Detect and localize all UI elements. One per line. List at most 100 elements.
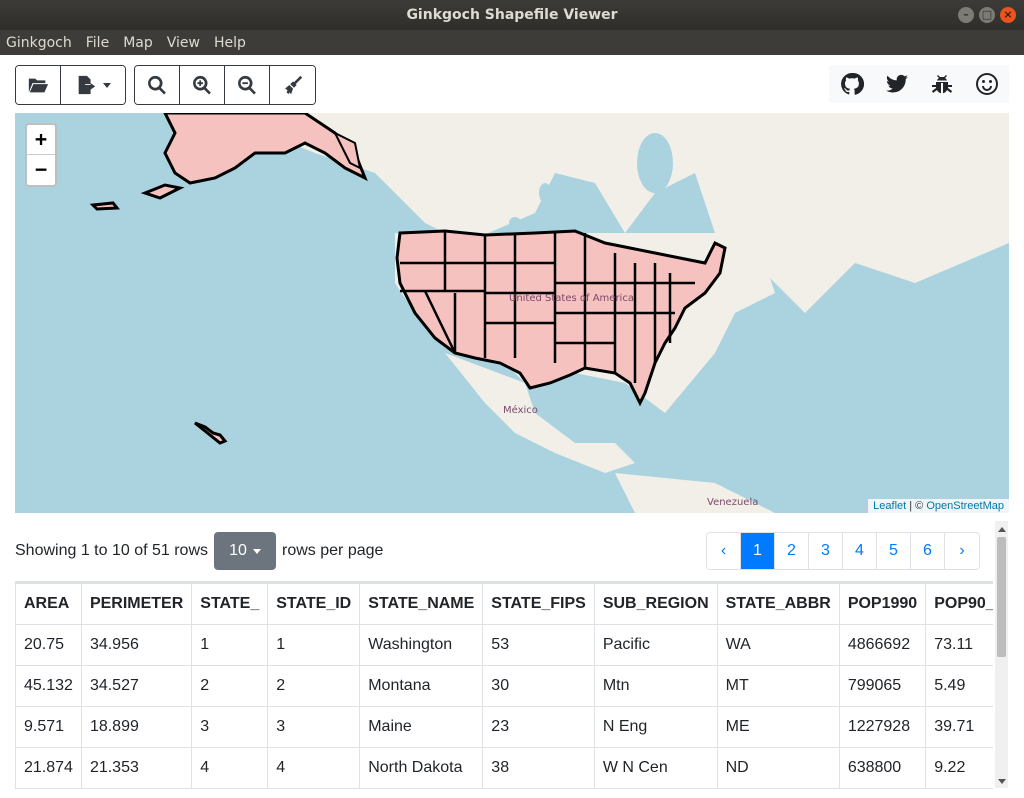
lake xyxy=(509,217,521,229)
chevron-down-icon xyxy=(252,548,261,554)
table-cell: 20.75 xyxy=(15,624,82,666)
table-cell: Washington xyxy=(359,624,484,666)
search-icon xyxy=(148,75,166,95)
file-export-icon xyxy=(78,75,96,95)
window-controls: – □ × xyxy=(958,7,1016,23)
table-cell: Montana xyxy=(359,665,484,707)
attribution-separator: | © xyxy=(906,500,927,512)
column-header[interactable]: STATE_FIPS xyxy=(482,583,595,625)
bug-icon[interactable] xyxy=(930,72,954,96)
table-cell: 21.874 xyxy=(15,747,82,789)
menu-map[interactable]: Map xyxy=(123,35,153,51)
page-next[interactable]: › xyxy=(945,533,979,569)
search-button[interactable] xyxy=(135,66,180,104)
table-controls: Showing 1 to 10 of 51 rows 10 rows per p… xyxy=(15,532,995,570)
aleutian-islands xyxy=(140,183,185,200)
table-cell: Maine xyxy=(359,706,484,748)
github-icon[interactable] xyxy=(840,72,864,96)
column-header[interactable]: POP90_ xyxy=(925,583,993,625)
zoom-out-button[interactable] xyxy=(225,66,270,104)
toolbar xyxy=(0,55,1024,113)
map-label-usa: United States of America xyxy=(509,293,634,304)
column-header[interactable]: PERIMETER xyxy=(80,583,193,625)
map-button-group xyxy=(134,65,316,105)
column-header[interactable]: STATE_ xyxy=(191,583,269,625)
folder-open-icon xyxy=(28,78,49,93)
table-cell: 30 xyxy=(482,665,595,707)
maximize-button[interactable]: □ xyxy=(979,7,995,23)
page-3[interactable]: 3 xyxy=(809,533,843,569)
lake xyxy=(539,183,551,203)
map-zoom-out-button[interactable]: − xyxy=(27,155,55,185)
table-cell: 45.132 xyxy=(15,665,82,707)
table-cell: 4 xyxy=(191,747,269,789)
column-header[interactable]: SUB_REGION xyxy=(593,583,718,625)
menu-view[interactable]: View xyxy=(167,35,200,51)
vertical-scrollbar[interactable] xyxy=(995,521,1008,788)
table-cell: 2 xyxy=(191,665,269,707)
rows-per-page-dropdown[interactable]: 10 xyxy=(214,532,277,570)
map-label-mexico: México xyxy=(503,405,538,416)
table-cell: 34.527 xyxy=(80,665,193,707)
rows-per-page-label: rows per page xyxy=(282,542,384,559)
table-cell: 18.899 xyxy=(80,706,193,748)
page-2[interactable]: 2 xyxy=(775,533,809,569)
page-5[interactable]: 5 xyxy=(877,533,911,569)
minimize-button[interactable]: – xyxy=(958,7,974,23)
close-button[interactable]: × xyxy=(1000,7,1016,23)
export-dropdown-button[interactable] xyxy=(61,66,125,104)
social-links xyxy=(829,65,1009,103)
table-cell: N Eng xyxy=(593,706,718,748)
table-cell: 34.956 xyxy=(80,624,193,666)
rows-per-page-value: 10 xyxy=(229,542,247,559)
column-header[interactable]: STATE_NAME xyxy=(359,583,484,625)
table-cell: ND xyxy=(716,747,840,789)
open-file-button[interactable] xyxy=(16,66,61,104)
table-cell: 53 xyxy=(482,624,595,666)
page-1[interactable]: 1 xyxy=(741,533,775,569)
table-cell: 1227928 xyxy=(838,706,927,748)
column-header[interactable]: POP1990 xyxy=(838,583,927,625)
page-4[interactable]: 4 xyxy=(843,533,877,569)
leaflet-link[interactable]: Leaflet xyxy=(873,500,906,512)
map-zoom-in-button[interactable]: + xyxy=(27,125,55,155)
smile-icon[interactable] xyxy=(975,72,999,96)
table-row[interactable]: 9.571 18.899 3 3 Maine 23 N Eng ME 12279… xyxy=(15,706,993,748)
table-cell: 1 xyxy=(191,624,269,666)
map-view[interactable]: United States of America México Venezuel… xyxy=(15,113,1009,513)
table-cell: 799065 xyxy=(838,665,927,707)
menu-ginkgoch[interactable]: Ginkgoch xyxy=(6,35,72,51)
table-cell: 9.22 xyxy=(925,747,993,789)
table-cell: 73.11 xyxy=(925,624,993,666)
table-row[interactable]: 45.132 34.527 2 2 Montana 30 Mtn MT 7990… xyxy=(15,665,993,707)
table-row[interactable]: 21.874 21.353 4 4 North Dakota 38 W N Ce… xyxy=(15,747,993,789)
column-header[interactable]: STATE_ID xyxy=(267,583,361,625)
scroll-up-icon[interactable] xyxy=(998,527,1006,532)
column-header[interactable]: STATE_ABBR xyxy=(716,583,840,625)
table-cell: MT xyxy=(716,665,840,707)
chevron-down-icon xyxy=(103,82,111,88)
hawaii xyxy=(194,421,228,445)
table-cell: 21.353 xyxy=(80,747,193,789)
table-cell: 9.571 xyxy=(15,706,82,748)
menu-help[interactable]: Help xyxy=(214,35,246,51)
scroll-thumb[interactable] xyxy=(997,537,1006,657)
clear-button[interactable] xyxy=(270,66,315,104)
table-cell: 2 xyxy=(267,665,361,707)
table-cell: 3 xyxy=(191,706,269,748)
zoom-out-icon xyxy=(238,75,256,95)
twitter-icon[interactable] xyxy=(885,72,909,96)
table-cell: 38 xyxy=(482,747,595,789)
osm-link[interactable]: OpenStreetMap xyxy=(926,500,1004,512)
scroll-down-icon[interactable] xyxy=(998,779,1006,784)
table-cell: 3 xyxy=(267,706,361,748)
zoom-in-button[interactable] xyxy=(180,66,225,104)
menu-file[interactable]: File xyxy=(86,35,109,51)
page-6[interactable]: 6 xyxy=(911,533,945,569)
table-row[interactable]: 20.75 34.956 1 1 Washington 53 Pacific W… xyxy=(15,624,993,666)
hudson-bay xyxy=(637,133,673,193)
attribute-table: AREA PERIMETER STATE_ STATE_ID STATE_NAM… xyxy=(15,583,993,789)
column-header[interactable]: AREA xyxy=(15,583,82,625)
pagination: ‹ 1 2 3 4 5 6 › xyxy=(706,532,980,570)
page-prev[interactable]: ‹ xyxy=(707,533,741,569)
